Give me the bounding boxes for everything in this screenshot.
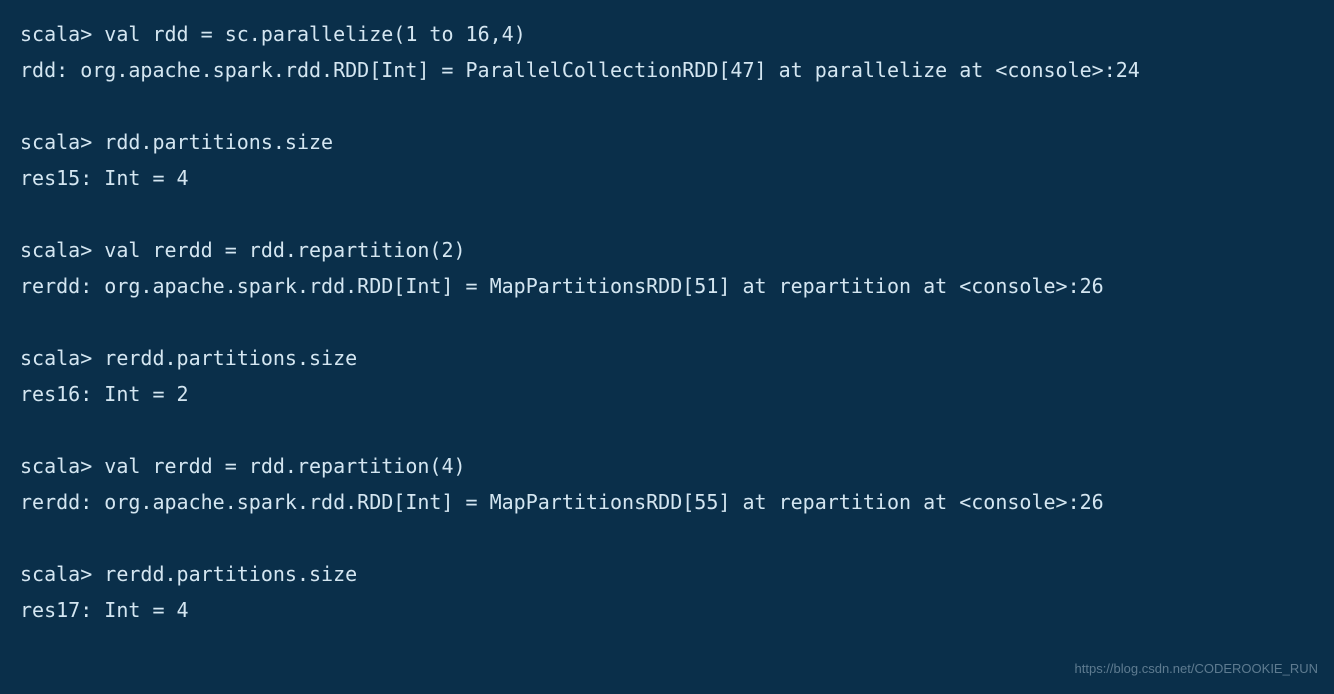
terminal-line [20,412,1314,448]
terminal-line: rerdd: org.apache.spark.rdd.RDD[Int] = M… [20,268,1314,304]
repl-prompt: scala> [20,454,104,478]
terminal-line [20,88,1314,124]
repl-output: rdd: org.apache.spark.rdd.RDD[Int] = Par… [20,58,1140,82]
terminal-line: rerdd: org.apache.spark.rdd.RDD[Int] = M… [20,484,1314,520]
repl-command: val rdd = sc.parallelize(1 to 16,4) [104,22,525,46]
terminal-line: scala> val rerdd = rdd.repartition(4) [20,448,1314,484]
terminal-line: res15: Int = 4 [20,160,1314,196]
repl-command: rerdd.partitions.size [104,562,357,586]
repl-command: val rerdd = rdd.repartition(4) [104,454,465,478]
terminal-line [20,304,1314,340]
terminal-line: res17: Int = 4 [20,592,1314,628]
terminal-line: res16: Int = 2 [20,376,1314,412]
repl-command: rdd.partitions.size [104,130,333,154]
terminal-line: scala> rdd.partitions.size [20,124,1314,160]
repl-prompt: scala> [20,22,104,46]
watermark-text: https://blog.csdn.net/CODEROOKIE_RUN [1075,657,1318,680]
repl-prompt: scala> [20,346,104,370]
repl-output: res15: Int = 4 [20,166,189,190]
repl-prompt: scala> [20,130,104,154]
repl-prompt: scala> [20,238,104,262]
terminal-line: scala> val rerdd = rdd.repartition(2) [20,232,1314,268]
repl-output: rerdd: org.apache.spark.rdd.RDD[Int] = M… [20,274,1104,298]
terminal-line: rdd: org.apache.spark.rdd.RDD[Int] = Par… [20,52,1314,88]
repl-output: res16: Int = 2 [20,382,189,406]
repl-output: res17: Int = 4 [20,598,189,622]
terminal-line: scala> val rdd = sc.parallelize(1 to 16,… [20,16,1314,52]
repl-command: val rerdd = rdd.repartition(2) [104,238,465,262]
terminal-line [20,520,1314,556]
terminal-output: scala> val rdd = sc.parallelize(1 to 16,… [20,16,1314,628]
terminal-line [20,196,1314,232]
repl-output: rerdd: org.apache.spark.rdd.RDD[Int] = M… [20,490,1104,514]
repl-command: rerdd.partitions.size [104,346,357,370]
terminal-line: scala> rerdd.partitions.size [20,556,1314,592]
repl-prompt: scala> [20,562,104,586]
terminal-line: scala> rerdd.partitions.size [20,340,1314,376]
